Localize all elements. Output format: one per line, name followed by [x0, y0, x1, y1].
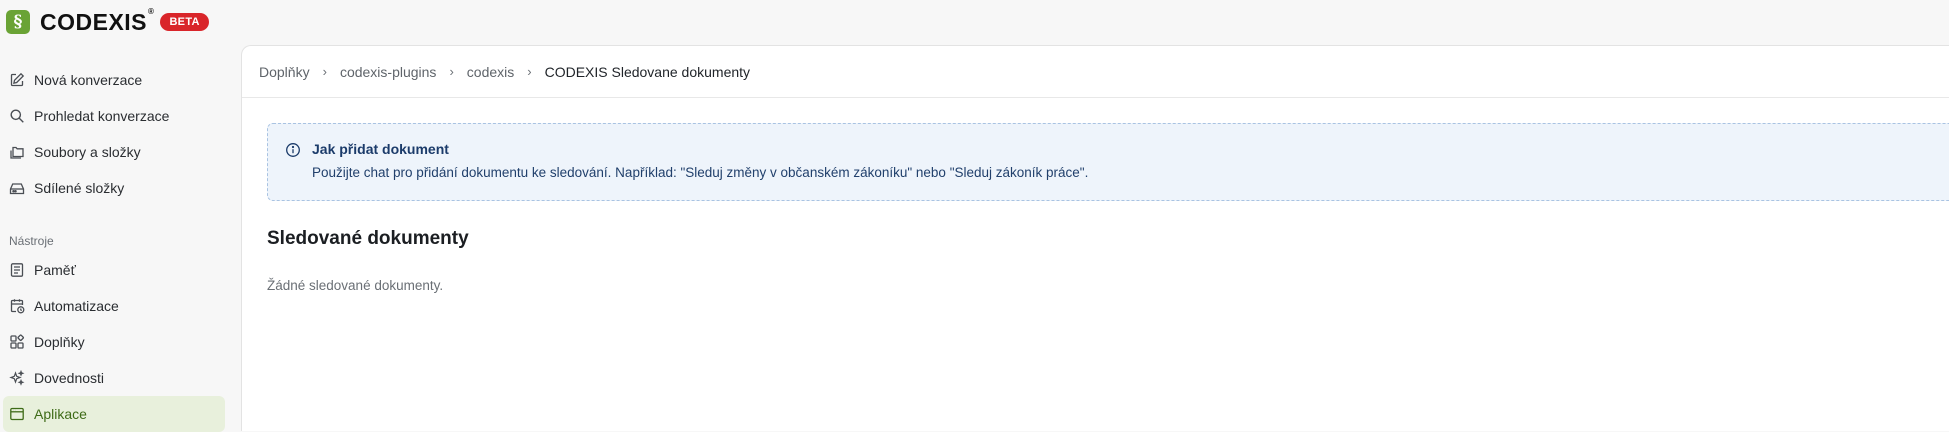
sidebar-item-search-conversations[interactable]: Prohledat konverzace: [0, 98, 225, 134]
sidebar-item-label: Automatizace: [34, 298, 119, 314]
breadcrumb-item-codexis-plugins[interactable]: codexis-plugins: [340, 64, 437, 80]
breadcrumb-item-plugins[interactable]: Doplňky: [259, 64, 310, 80]
brand-name[interactable]: CODEXIS®: [40, 6, 155, 36]
app-window-icon: [9, 406, 25, 422]
sidebar-item-applications[interactable]: Aplikace: [3, 396, 225, 432]
sidebar-item-label: Aplikace: [34, 406, 87, 422]
header: § CODEXIS® BETA: [0, 0, 240, 44]
info-title: Jak přidat dokument: [312, 141, 449, 157]
beta-badge: BETA: [160, 13, 209, 31]
registered-mark: ®: [148, 6, 155, 16]
sidebar-item-shared-folders[interactable]: Sdílené složky: [0, 170, 225, 206]
brand-name-text: CODEXIS: [40, 8, 148, 35]
search-icon: [9, 108, 25, 124]
edit-icon: [9, 72, 25, 88]
sidebar-item-label: Paměť: [34, 262, 76, 278]
tools-section-label: Nástroje: [9, 234, 54, 248]
calendar-clock-icon: [9, 298, 25, 314]
sidebar-item-label: Nová konverzace: [34, 72, 143, 88]
breadcrumb: Doplňky › codexis-plugins › codexis › CO…: [242, 46, 1949, 98]
sparkles-icon: [9, 370, 25, 386]
sidebar-item-label: Doplňky: [34, 334, 85, 350]
sidebar-item-label: Prohledat konverzace: [34, 108, 170, 124]
sidebar: Nová konverzace Prohledat konverzace Sou…: [0, 62, 240, 432]
sidebar-item-automation[interactable]: Automatizace: [0, 288, 225, 324]
shared-drive-icon: [9, 180, 25, 196]
info-callout: Jak přidat dokument Použijte chat pro př…: [267, 123, 1949, 201]
plugins-icon: [9, 334, 25, 350]
empty-state-text: Žádné sledované dokumenty.: [267, 278, 444, 293]
sidebar-item-label: Soubory a složky: [34, 144, 141, 160]
chevron-right-icon: ›: [322, 64, 327, 79]
sidebar-item-label: Sdílené složky: [34, 180, 125, 196]
sidebar-item-plugins[interactable]: Doplňky: [0, 324, 225, 360]
sidebar-item-memory[interactable]: Paměť: [0, 252, 225, 288]
sidebar-item-files-folders[interactable]: Soubory a složky: [0, 134, 225, 170]
breadcrumb-current: CODEXIS Sledovane dokumenty: [544, 63, 751, 80]
codexis-logo-icon[interactable]: §: [6, 10, 30, 34]
memory-icon: [9, 262, 25, 278]
breadcrumb-item-codexis[interactable]: codexis: [467, 64, 514, 80]
info-icon: [285, 142, 301, 158]
chevron-right-icon: ›: [527, 64, 532, 79]
sidebar-item-new-conversation[interactable]: Nová konverzace: [0, 62, 225, 98]
sidebar-item-skills[interactable]: Dovednosti: [0, 360, 225, 396]
sidebar-item-label: Dovednosti: [34, 370, 105, 386]
chevron-right-icon: ›: [449, 64, 454, 79]
section-title: Sledované dokumenty: [267, 228, 469, 249]
folders-icon: [9, 144, 25, 160]
main-panel: Doplňky › codexis-plugins › codexis › CO…: [241, 45, 1949, 431]
info-text: Použijte chat pro přidání dokumentu ke s…: [312, 165, 1089, 180]
